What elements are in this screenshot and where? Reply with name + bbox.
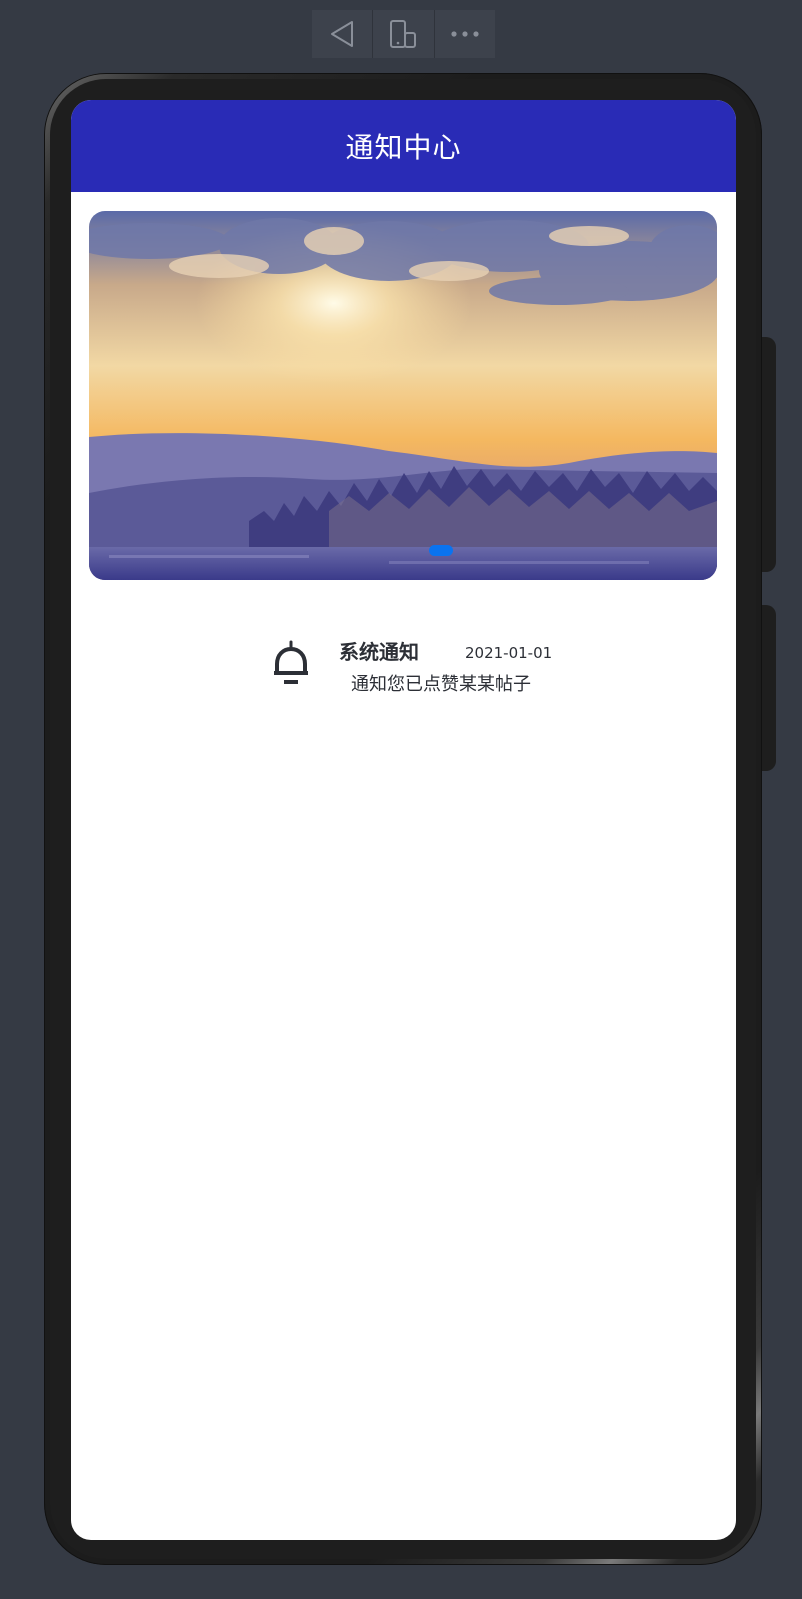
power-button: [762, 605, 776, 771]
page-title: 通知中心: [345, 131, 462, 164]
notification-message: 通知您已点赞某某帖子: [351, 674, 531, 695]
list-item[interactable]: 系统通知 2021-01-01 通知您已点赞某某帖子: [271, 630, 591, 700]
swiper-indicator-active[interactable]: [429, 545, 453, 556]
app-header: 通知中心: [71, 100, 736, 192]
rotate-device-button[interactable]: [373, 10, 435, 58]
phone-screen: 通知中心 系统通知 2021-01-01 通知您已点赞某某帖子: [71, 100, 736, 1540]
rotate-device-icon: [390, 20, 417, 48]
banner-image: [89, 211, 717, 580]
notification-title: 系统通知: [339, 640, 419, 664]
emulator-toolbar: [312, 10, 495, 58]
back-button[interactable]: [312, 10, 374, 58]
bell-icon: [274, 640, 308, 684]
back-triangle-icon: [331, 21, 354, 47]
more-button[interactable]: [435, 10, 495, 58]
more-dots-icon: [451, 31, 479, 37]
banner-swiper[interactable]: [89, 211, 717, 580]
notification-date: 2021-01-01: [465, 644, 553, 662]
volume-button: [762, 337, 776, 572]
